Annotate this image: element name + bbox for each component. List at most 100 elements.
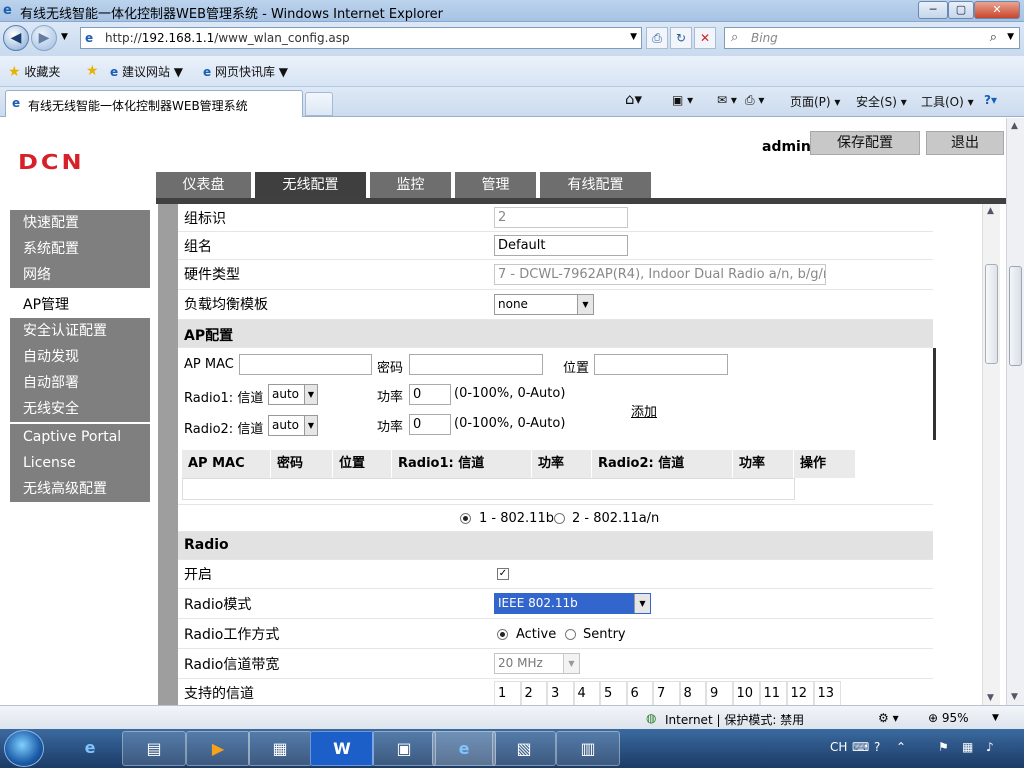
enable-checkbox[interactable]: ✓: [497, 568, 509, 580]
nav-tab-monitor[interactable]: 监控: [370, 172, 451, 198]
work-sentry-radio[interactable]: [565, 629, 576, 640]
home-icon[interactable]: ⌂▾: [625, 90, 642, 108]
channel-cell[interactable]: 6: [626, 681, 653, 705]
network-tray-icon[interactable]: ▦: [962, 740, 973, 754]
doc-taskbar-icon[interactable]: ▥: [556, 731, 620, 766]
add-favorite-icon[interactable]: ★: [86, 63, 99, 79]
ap-location-input[interactable]: [594, 354, 728, 375]
mail-icon[interactable]: ✉ ▾: [717, 93, 737, 107]
logout-button[interactable]: 退出: [926, 131, 1004, 155]
explorer-taskbar-icon[interactable]: ▤: [122, 731, 186, 766]
help-tray-icon[interactable]: ?: [874, 740, 880, 754]
sidebar-item-ap-management[interactable]: AP管理: [10, 292, 150, 318]
radio2-power-input[interactable]: 0: [409, 414, 451, 435]
radio-1-option[interactable]: [460, 513, 471, 524]
radio-2-option[interactable]: [554, 513, 565, 524]
channel-cell[interactable]: 2: [520, 681, 547, 705]
nav-tab-wireless-config[interactable]: 无线配置: [255, 172, 366, 198]
search-input[interactable]: ⌕ Bing ⌕ ▼: [724, 27, 1020, 49]
channel-cell[interactable]: 4: [573, 681, 600, 705]
safety-menu[interactable]: 安全(S) ▾: [856, 93, 907, 110]
address-url[interactable]: http://192.168.1.1/www_wlan_config.asp: [105, 31, 350, 45]
suggested-sites-link[interactable]: e 建议网站 ▼: [110, 63, 183, 80]
channel-cell[interactable]: 13: [813, 681, 841, 705]
group-name-field[interactable]: Default: [494, 235, 628, 256]
media-player-taskbar-icon[interactable]: ▶: [186, 731, 250, 766]
channel-cell[interactable]: 7: [653, 681, 680, 705]
page-scrollbar[interactable]: ▲ ▼: [1006, 118, 1024, 705]
restore-button[interactable]: ▢: [948, 1, 974, 19]
search-dropdown-icon[interactable]: ▼: [1007, 32, 1014, 42]
scroll-up-icon[interactable]: ▲: [1011, 121, 1018, 131]
channel-cell[interactable]: 10: [732, 681, 760, 705]
page-scroll-thumb[interactable]: [1009, 266, 1022, 366]
new-tab-button[interactable]: [305, 92, 333, 116]
radio-mode-select[interactable]: IEEE 802.11b ▼: [494, 593, 651, 614]
browser-tab-current[interactable]: e 有线无线智能一体化控制器WEB管理系统: [5, 90, 303, 117]
close-window-button[interactable]: ✕: [974, 1, 1020, 19]
forward-button[interactable]: ▶: [31, 25, 57, 51]
ie-active-taskbar-icon[interactable]: e: [432, 731, 496, 766]
tray-arrow-icon[interactable]: ⌃: [896, 740, 906, 754]
channel-cell[interactable]: 3: [547, 681, 574, 705]
page-menu[interactable]: 页面(P) ▾: [790, 93, 840, 110]
sidebar-item-system-config[interactable]: 系统配置: [10, 236, 150, 262]
channel-cell[interactable]: 12: [786, 681, 814, 705]
minimize-button[interactable]: ─: [918, 1, 948, 19]
volume-icon[interactable]: ♪: [986, 740, 994, 754]
sidebar-item-captive-portal[interactable]: Captive Portal: [10, 424, 150, 450]
scroll-down-icon[interactable]: ▼: [987, 693, 994, 703]
nav-tab-wired-config[interactable]: 有线配置: [540, 172, 651, 198]
sidebar-item-auto-discovery[interactable]: 自动发现: [10, 344, 150, 370]
feeds-icon[interactable]: ▣ ▾: [672, 93, 693, 107]
add-ap-link[interactable]: 添加: [631, 401, 657, 420]
wps-taskbar-icon[interactable]: W: [310, 731, 374, 766]
sidebar-item-license[interactable]: License: [10, 450, 150, 476]
scroll-down-icon[interactable]: ▼: [1011, 692, 1018, 702]
keyboard-icon[interactable]: ⌨: [852, 740, 869, 754]
sidebar-item-wireless-security[interactable]: 无线安全: [10, 396, 150, 422]
history-dropdown-icon[interactable]: ▼: [61, 32, 68, 42]
lb-template-select[interactable]: none ▼: [494, 294, 594, 315]
back-button[interactable]: ◀: [3, 25, 29, 51]
radio1-channel-select[interactable]: auto ▼: [268, 384, 318, 405]
radio2-channel-select[interactable]: auto ▼: [268, 415, 318, 436]
channel-cell[interactable]: 11: [759, 681, 787, 705]
radio1-power-input[interactable]: 0: [409, 384, 451, 405]
scroll-up-icon[interactable]: ▲: [987, 206, 994, 216]
save-config-button[interactable]: 保存配置: [810, 131, 920, 155]
sidebar-item-network[interactable]: 网络: [10, 262, 150, 288]
security-zone-text[interactable]: Internet | 保护模式: 禁用: [665, 711, 804, 728]
refresh-icon[interactable]: ↻: [670, 27, 692, 49]
tools-menu[interactable]: 工具(O) ▾: [921, 93, 974, 110]
favorites-button[interactable]: ★ 收藏夹: [8, 63, 60, 80]
ie-taskbar-icon[interactable]: e: [58, 731, 122, 766]
web-slice-gallery-link[interactable]: e 网页快讯库 ▼: [203, 63, 288, 80]
app-taskbar-icon[interactable]: ▦: [248, 731, 312, 766]
input-language[interactable]: CH: [830, 740, 847, 754]
stop-icon[interactable]: ✕: [694, 27, 716, 49]
channel-cell[interactable]: 5: [600, 681, 627, 705]
channel-cell[interactable]: 8: [679, 681, 706, 705]
sidebar-item-advanced-wireless[interactable]: 无线高级配置: [10, 476, 150, 502]
channel-cell[interactable]: 9: [706, 681, 733, 705]
ap-password-input[interactable]: [409, 354, 543, 375]
help-icon[interactable]: ?▾: [984, 93, 997, 107]
work-active-radio[interactable]: [497, 629, 508, 640]
network-taskbar-icon[interactable]: ▣: [372, 731, 436, 766]
nav-tab-dashboard[interactable]: 仪表盘: [156, 172, 251, 198]
sidebar-item-quick-config[interactable]: 快速配置: [10, 210, 150, 236]
address-bar[interactable]: e http://192.168.1.1/www_wlan_config.asp…: [80, 27, 642, 49]
protected-mode-icon[interactable]: ⚙ ▾: [878, 711, 899, 725]
ap-mac-input[interactable]: [239, 354, 372, 375]
sidebar-item-auto-deploy[interactable]: 自动部署: [10, 370, 150, 396]
content-scroll-thumb[interactable]: [985, 264, 998, 364]
image-taskbar-icon[interactable]: ▧: [492, 731, 556, 766]
print-icon[interactable]: ⎙ ▾: [745, 93, 764, 108]
zoom-level[interactable]: ⊕ 95%: [928, 711, 969, 725]
compatibility-view-icon[interactable]: ⎙: [646, 27, 668, 49]
address-dropdown-icon[interactable]: ▼: [630, 32, 637, 42]
action-center-icon[interactable]: ⚑: [938, 740, 949, 754]
nav-tab-management[interactable]: 管理: [455, 172, 536, 198]
content-scrollbar[interactable]: ▲ ▼: [982, 204, 1000, 705]
